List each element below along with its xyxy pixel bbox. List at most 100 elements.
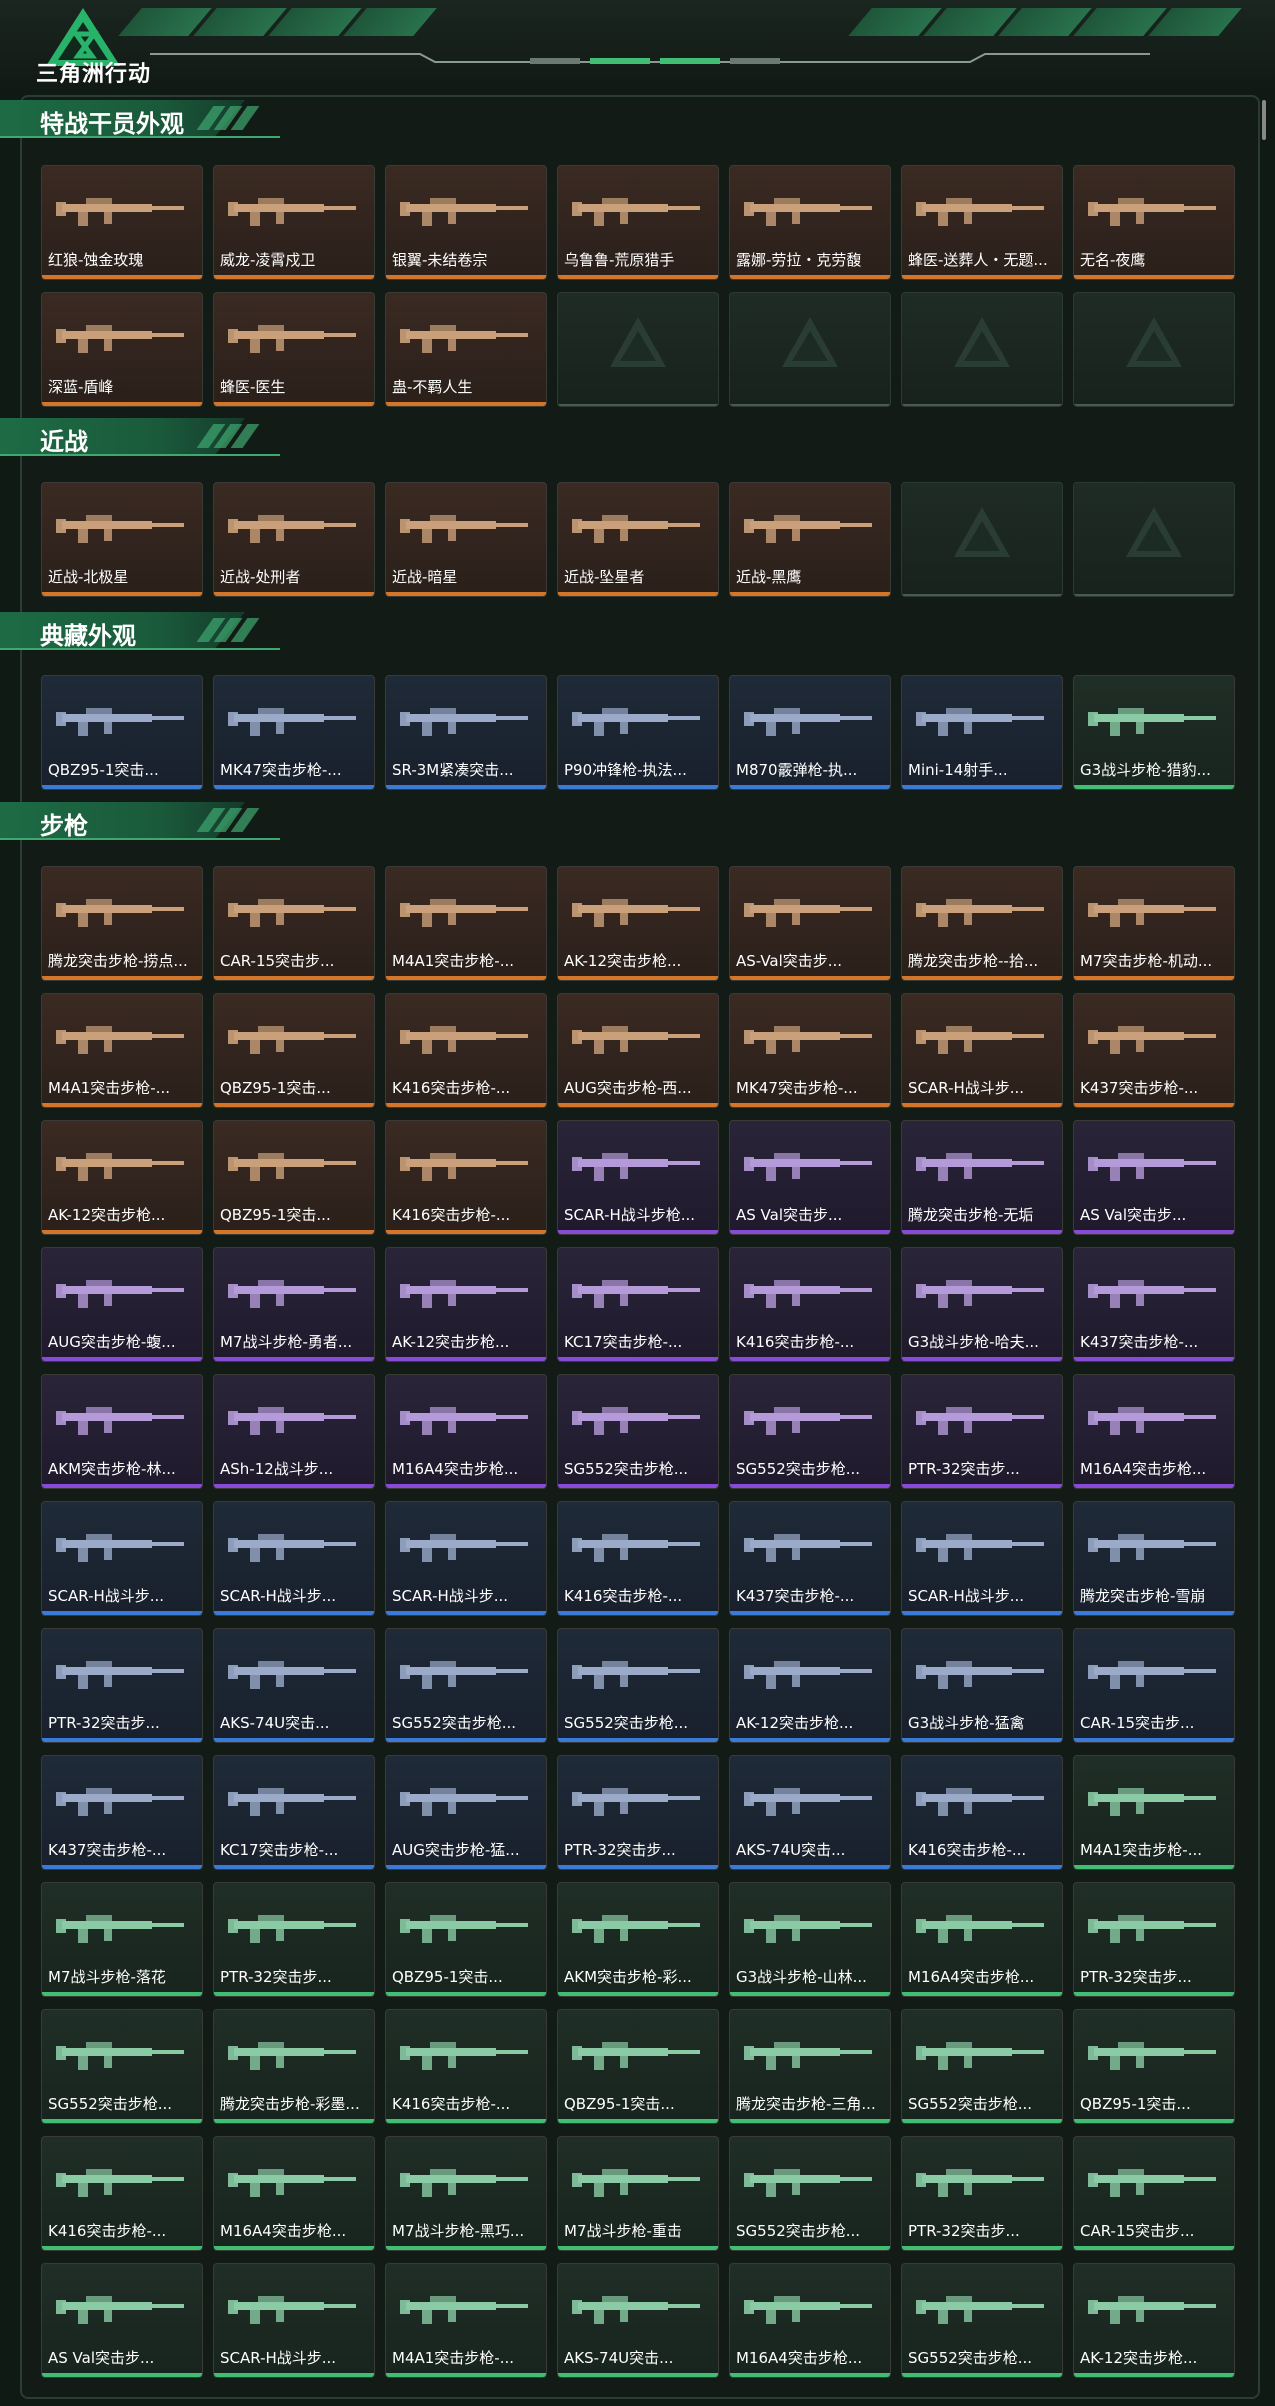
item-card[interactable]: M4A1突击步枪-... — [1073, 1755, 1235, 1870]
item-card[interactable]: 乌鲁鲁-荒原猎手 — [557, 165, 719, 280]
item-card[interactable]: 近战-黑鹰 — [729, 482, 891, 597]
item-card[interactable]: M870霰弹枪-执... — [729, 675, 891, 790]
item-card[interactable]: KC17突击步枪-... — [557, 1247, 719, 1362]
item-card[interactable]: AS Val突击步... — [729, 1120, 891, 1235]
item-card[interactable]: MK47突击步枪-... — [213, 675, 375, 790]
item-card[interactable]: K437突击步枪-... — [729, 1501, 891, 1616]
item-card[interactable]: G3战斗步枪-猛禽 — [901, 1628, 1063, 1743]
item-card[interactable]: K437突击步枪-... — [1073, 993, 1235, 1108]
item-card[interactable]: AK-12突击步枪... — [729, 1628, 891, 1743]
item-card[interactable]: SCAR-H战斗步... — [41, 1501, 203, 1616]
item-card[interactable]: M16A4突击步枪... — [901, 1882, 1063, 1997]
item-card[interactable]: AKM突击步枪-彩... — [557, 1882, 719, 1997]
item-card[interactable]: PTR-32突击步... — [901, 1374, 1063, 1489]
item-card[interactable]: AK-12突击步枪... — [1073, 2263, 1235, 2378]
item-card[interactable]: 近战-北极星 — [41, 482, 203, 597]
item-card[interactable]: K416突击步枪-... — [901, 1755, 1063, 1870]
item-card[interactable]: AKS-74U突击... — [213, 1628, 375, 1743]
item-card[interactable]: M7突击步枪-机动... — [1073, 866, 1235, 981]
item-card[interactable]: 近战-坠星者 — [557, 482, 719, 597]
item-card[interactable]: ASh-12战斗步... — [213, 1374, 375, 1489]
item-card[interactable]: 近战-处刑者 — [213, 482, 375, 597]
item-card[interactable]: M16A4突击步枪... — [385, 1374, 547, 1489]
item-card[interactable]: 无名-夜鹰 — [1073, 165, 1235, 280]
item-card[interactable]: AS Val突击步... — [41, 2263, 203, 2378]
item-card[interactable]: M4A1突击步枪-... — [385, 866, 547, 981]
item-card[interactable]: G3战斗步枪-猎豹... — [1073, 675, 1235, 790]
item-card[interactable]: CAR-15突击步... — [1073, 2136, 1235, 2251]
item-card[interactable]: SCAR-H战斗步... — [213, 2263, 375, 2378]
item-card[interactable]: SG552突击步枪... — [901, 2263, 1063, 2378]
item-card[interactable]: AK-12突击步枪... — [41, 1120, 203, 1235]
item-card[interactable]: AUG突击步枪-猛... — [385, 1755, 547, 1870]
item-card[interactable]: SCAR-H战斗步... — [213, 1501, 375, 1616]
item-card[interactable]: M4A1突击步枪-... — [385, 2263, 547, 2378]
item-card[interactable]: SCAR-H战斗步... — [385, 1501, 547, 1616]
item-card[interactable]: 蛊-不羁人生 — [385, 292, 547, 407]
item-card[interactable]: 腾龙突击步枪-彩墨... — [213, 2009, 375, 2124]
item-card[interactable]: M7战斗步枪-落花 — [41, 1882, 203, 1997]
item-card[interactable]: AKS-74U突击... — [729, 1755, 891, 1870]
item-card[interactable]: CAR-15突击步... — [1073, 1628, 1235, 1743]
item-card[interactable]: KC17突击步枪-... — [213, 1755, 375, 1870]
item-card[interactable]: AK-12突击步枪... — [557, 866, 719, 981]
item-card[interactable]: M4A1突击步枪-... — [41, 993, 203, 1108]
item-card[interactable]: CAR-15突击步... — [213, 866, 375, 981]
item-card[interactable]: 近战-暗星 — [385, 482, 547, 597]
item-card[interactable]: K416突击步枪-... — [557, 1501, 719, 1616]
item-card[interactable]: 露娜-劳拉・克劳馥 — [729, 165, 891, 280]
item-card[interactable]: M7战斗步枪-勇者... — [213, 1247, 375, 1362]
item-card[interactable]: SG552突击步枪... — [385, 1628, 547, 1743]
item-card[interactable]: 深蓝-盾峰 — [41, 292, 203, 407]
item-card[interactable]: M16A4突击步枪... — [729, 2263, 891, 2378]
item-card[interactable]: PTR-32突击步... — [901, 2136, 1063, 2251]
item-card[interactable]: AKS-74U突击... — [557, 2263, 719, 2378]
item-card[interactable]: PTR-32突击步... — [41, 1628, 203, 1743]
item-card[interactable]: 蜂医-医生 — [213, 292, 375, 407]
scrollbar-thumb[interactable] — [1262, 100, 1266, 140]
item-card[interactable]: AS-Val突击步... — [729, 866, 891, 981]
item-card[interactable]: 腾龙突击步枪-无垢 — [901, 1120, 1063, 1235]
item-card[interactable]: SG552突击步枪... — [901, 2009, 1063, 2124]
item-card[interactable]: M16A4突击步枪... — [1073, 1374, 1235, 1489]
item-card[interactable]: PTR-32突击步... — [1073, 1882, 1235, 1997]
item-card[interactable]: SG552突击步枪... — [41, 2009, 203, 2124]
item-card[interactable]: K437突击步枪-... — [41, 1755, 203, 1870]
item-card[interactable]: 腾龙突击步枪--拾... — [901, 866, 1063, 981]
item-card[interactable]: PTR-32突击步... — [213, 1882, 375, 1997]
item-card[interactable]: 腾龙突击步枪-捞点... — [41, 866, 203, 981]
item-card[interactable]: K416突击步枪-... — [385, 1120, 547, 1235]
item-card[interactable]: M7战斗步枪-重击 — [557, 2136, 719, 2251]
item-card[interactable]: K416突击步枪-... — [41, 2136, 203, 2251]
item-card[interactable]: AUG突击步枪-蝮... — [41, 1247, 203, 1362]
item-card[interactable]: QBZ95-1突击... — [41, 675, 203, 790]
item-card[interactable]: SG552突击步枪... — [729, 2136, 891, 2251]
item-card[interactable]: SCAR-H战斗步... — [901, 1501, 1063, 1616]
item-card[interactable]: K437突击步枪-... — [1073, 1247, 1235, 1362]
item-card[interactable]: 威龙-凌霄戍卫 — [213, 165, 375, 280]
item-card[interactable]: 腾龙突击步枪-三角... — [729, 2009, 891, 2124]
item-card[interactable]: SR-3M紧凑突击... — [385, 675, 547, 790]
item-card[interactable]: M7战斗步枪-黑巧... — [385, 2136, 547, 2251]
item-card[interactable]: QBZ95-1突击... — [385, 1882, 547, 1997]
item-card[interactable]: AS Val突击步... — [1073, 1120, 1235, 1235]
item-card[interactable]: 蜂医-送葬人・无题... — [901, 165, 1063, 280]
item-card[interactable]: QBZ95-1突击... — [213, 993, 375, 1108]
item-card[interactable]: MK47突击步枪-... — [729, 993, 891, 1108]
item-card[interactable]: QBZ95-1突击... — [557, 2009, 719, 2124]
item-card[interactable]: QBZ95-1突击... — [1073, 2009, 1235, 2124]
item-card[interactable]: K416突击步枪-... — [729, 1247, 891, 1362]
item-card[interactable]: SG552突击步枪... — [557, 1628, 719, 1743]
item-card[interactable]: SG552突击步枪... — [729, 1374, 891, 1489]
item-card[interactable]: G3战斗步枪-山林... — [729, 1882, 891, 1997]
item-card[interactable]: K416突击步枪-... — [385, 2009, 547, 2124]
item-card[interactable]: QBZ95-1突击... — [213, 1120, 375, 1235]
item-card[interactable]: Mini-14射手... — [901, 675, 1063, 790]
item-card[interactable]: AK-12突击步枪... — [385, 1247, 547, 1362]
item-card[interactable]: 红狼-蚀金玫瑰 — [41, 165, 203, 280]
item-card[interactable]: 银翼-未结卷宗 — [385, 165, 547, 280]
item-card[interactable]: SCAR-H战斗步... — [901, 993, 1063, 1108]
item-card[interactable]: 腾龙突击步枪-雪崩 — [1073, 1501, 1235, 1616]
item-card[interactable]: AKM突击步枪-林... — [41, 1374, 203, 1489]
item-card[interactable]: P90冲锋枪-执法... — [557, 675, 719, 790]
